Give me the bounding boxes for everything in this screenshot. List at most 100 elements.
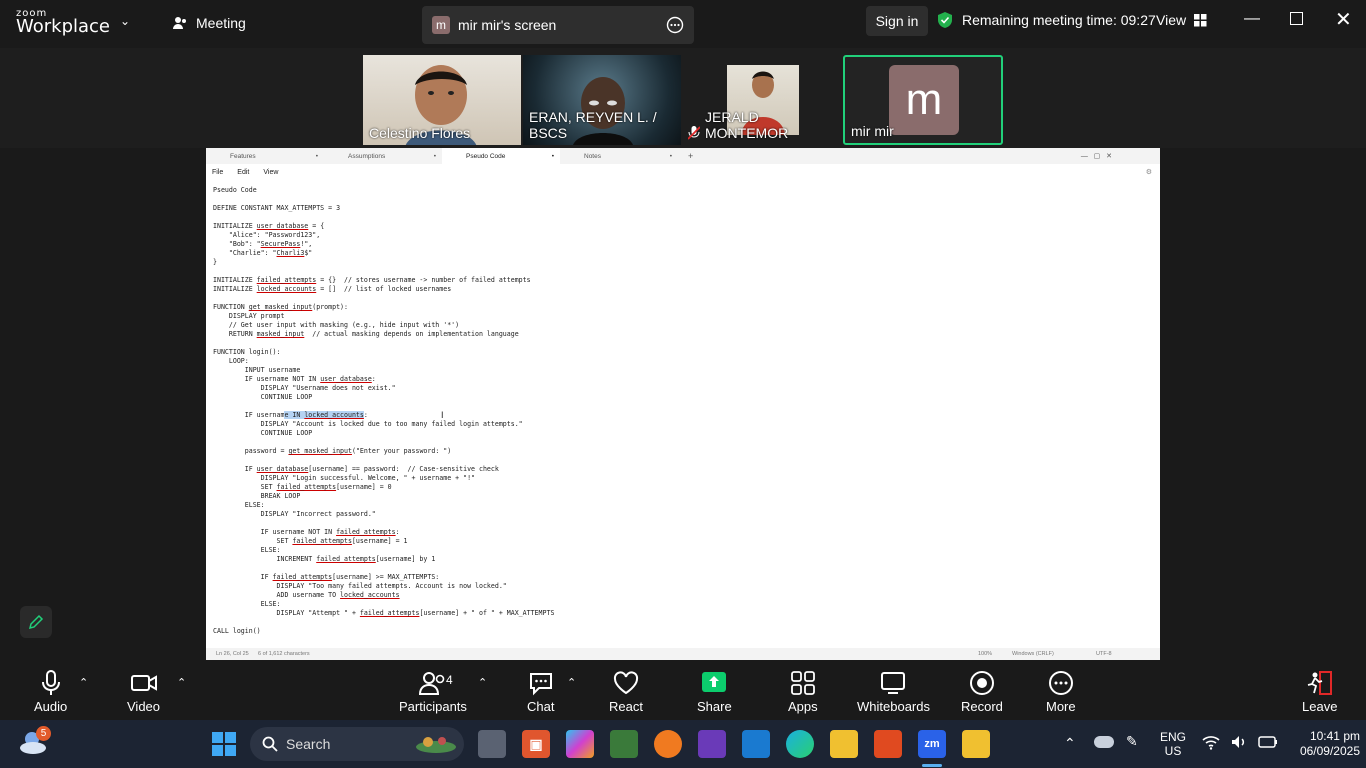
app-icon-3[interactable] [654, 730, 682, 758]
onedrive-cloud-icon[interactable] [1094, 736, 1114, 748]
participant-tile-active-speaker[interactable]: m mir mir [843, 55, 1003, 145]
system-tray[interactable] [1202, 734, 1278, 750]
close-window-icon[interactable]: ✕ [1335, 7, 1352, 32]
record-button[interactable]: Record [961, 670, 1003, 714]
pen-workspace-icon[interactable]: ✎ [1126, 733, 1138, 750]
participant-tile[interactable]: Celestino Flores [363, 55, 521, 145]
more-button[interactable]: More [1046, 670, 1076, 714]
menu-edit[interactable]: Edit [237, 169, 249, 176]
copilot-icon[interactable] [566, 730, 594, 758]
screen-share-tab[interactable]: m mir mir's screen [422, 6, 694, 44]
minimize-window-icon[interactable]: — [1244, 10, 1260, 28]
search-icon [262, 736, 278, 752]
sign-in-button[interactable]: Sign in [866, 6, 928, 36]
video-options-chevron-icon[interactable]: ⌃ [177, 676, 186, 689]
start-button[interactable] [210, 730, 238, 758]
vscode-icon[interactable] [742, 730, 770, 758]
share-screen-icon [702, 672, 727, 692]
audio-options-chevron-icon[interactable]: ⌃ [79, 676, 88, 689]
language-indicator[interactable]: ENG US [1160, 730, 1186, 758]
code-line: ADD username TO locked_accounts [213, 591, 400, 599]
show-hidden-icons-chevron-icon[interactable]: ⌃ [1064, 735, 1076, 752]
code-line: // Get user input with masking (e.g., hi… [213, 321, 460, 329]
menu-view[interactable]: View [263, 169, 278, 176]
tab-notes[interactable]: Notes • [560, 148, 678, 164]
visual-studio-icon[interactable] [698, 730, 726, 758]
meeting-timer[interactable]: Remaining meeting time: 09:27 [936, 11, 1156, 29]
edge-browser-icon[interactable] [786, 730, 814, 758]
code-line: INITIALIZE failed_attempts = {} // store… [213, 276, 531, 284]
tab-assumptions[interactable]: Assumptions • [324, 148, 442, 164]
more-options-icon[interactable] [666, 16, 684, 34]
menu-file[interactable]: File [212, 169, 223, 176]
participants-options-chevron-icon[interactable]: ⌃ [478, 676, 487, 689]
settings-icon[interactable]: ⚙ [1146, 168, 1152, 176]
clock-date: 06/09/2025 [1299, 744, 1360, 758]
clock[interactable]: 10:41 pm 06/09/2025 [1298, 729, 1360, 759]
new-tab-icon[interactable]: + [688, 151, 693, 161]
window-controls-icon[interactable]: — ▢ ✕ [1081, 152, 1112, 160]
taskbar-search[interactable]: Search [250, 727, 464, 761]
video-camera-icon [130, 675, 157, 691]
code-line: IF failed_attempts[username] >= MAX_ATTE… [213, 573, 440, 581]
audio-label: Audio [34, 699, 68, 714]
apps-icon [790, 671, 815, 695]
react-button[interactable]: React [609, 670, 643, 714]
brave-browser-icon[interactable] [874, 730, 902, 758]
whiteboards-button[interactable]: Whiteboards [857, 670, 930, 714]
folder-icon[interactable] [962, 730, 990, 758]
participant-tile[interactable]: JERALD MONTEMOR [683, 55, 841, 145]
code-text-area[interactable]: Pseudo Code DEFINE CONSTANT MAX_ATTEMPTS… [213, 186, 554, 636]
share-button[interactable]: Share [697, 670, 732, 714]
audio-button[interactable]: Audio [34, 670, 67, 714]
participant-name: mir mir [851, 123, 894, 139]
close-tab-icon[interactable]: • [552, 153, 554, 160]
participants-button[interactable]: Participants [399, 670, 467, 714]
tab-features[interactable]: Features • [206, 148, 324, 164]
app-icon-1[interactable]: ▣ [522, 730, 550, 758]
close-tab-icon[interactable]: • [316, 153, 318, 160]
microphone-icon [41, 670, 60, 695]
weather-widget[interactable]: 5 [18, 726, 51, 761]
participant-name: JERALD MONTEMOR [705, 109, 789, 141]
view-button[interactable]: View [1156, 12, 1207, 28]
app-icon-2[interactable] [610, 730, 638, 758]
video-label: Video [127, 699, 161, 714]
whiteboards-label: Whiteboards [857, 699, 930, 714]
sharer-avatar: m [432, 16, 450, 34]
participant-tile[interactable]: ERAN, REYVEN L. / BSCS [523, 55, 681, 145]
meeting-menu[interactable]: Meeting [172, 15, 246, 31]
shared-screen-notepad[interactable]: Features • Assumptions • Pseudo Code • Note… [206, 148, 1160, 660]
file-explorer-icon[interactable] [830, 730, 858, 758]
leave-button[interactable]: Leave [1302, 670, 1337, 714]
task-view-icon[interactable] [478, 730, 506, 758]
close-tab-icon[interactable]: • [670, 153, 672, 160]
code-line: DISPLAY "Incorrect password." [213, 510, 376, 518]
code-line: SET failed_attempts[username] = 0 [213, 483, 392, 491]
code-line: SET failed_attempts[username] = 1 [213, 537, 408, 545]
notepad-statusbar: Ln 26, Col 25 6 of 1,612 characters 100%… [206, 648, 1160, 660]
chat-button[interactable]: Chat [527, 670, 554, 714]
code-line: INPUT username [213, 366, 301, 374]
zoom-app-icon[interactable]: zm [918, 730, 946, 758]
video-button[interactable]: Video [127, 670, 160, 714]
chat-options-chevron-icon[interactable]: ⌃ [567, 676, 576, 689]
code-line: INCREMENT failed_attempts[username] by 1 [213, 555, 436, 563]
close-tab-icon[interactable]: • [434, 153, 436, 160]
chevron-down-icon[interactable]: ⌄ [120, 14, 130, 28]
tab-pseudo-code[interactable]: Pseudo Code • [442, 148, 560, 164]
annotate-button[interactable] [20, 606, 52, 638]
maximize-window-icon[interactable] [1290, 12, 1303, 25]
status-zoom: 100% [978, 651, 993, 657]
tab-label: Pseudo Code [466, 152, 506, 160]
apps-button[interactable]: Apps [788, 670, 818, 714]
workplace-logo-text: Workplace [16, 16, 111, 37]
remaining-time-text: Remaining meeting time: 09:27 [962, 12, 1156, 28]
